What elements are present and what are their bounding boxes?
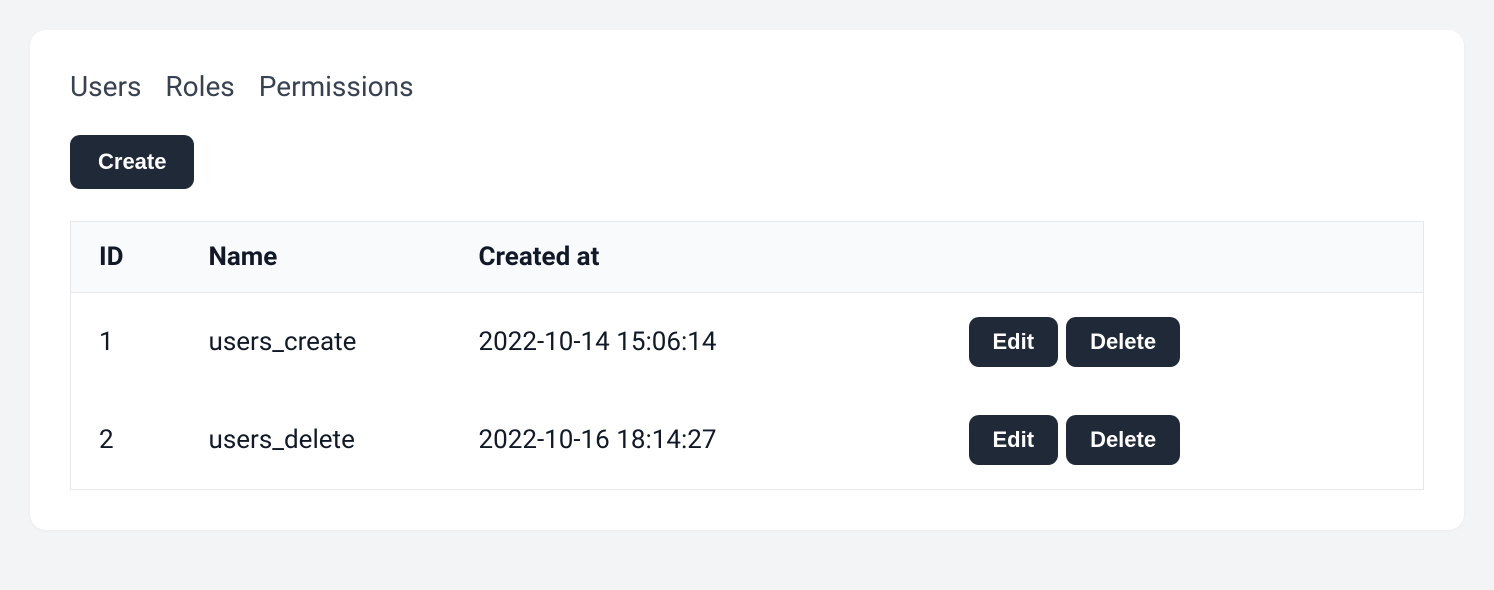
header-id: ID: [71, 222, 181, 293]
cell-created-at: 2022-10-14 15:06:14: [451, 293, 941, 392]
tab-roles[interactable]: Roles: [165, 70, 234, 103]
edit-button[interactable]: Edit: [969, 317, 1059, 367]
edit-button[interactable]: Edit: [969, 415, 1059, 465]
header-name: Name: [181, 222, 451, 293]
header-created-at: Created at: [451, 222, 941, 293]
table-header-row: ID Name Created at: [71, 222, 1424, 293]
permissions-table: ID Name Created at 1 users_create 2022-1…: [70, 221, 1424, 490]
table-row: 1 users_create 2022-10-14 15:06:14 Edit …: [71, 293, 1424, 392]
delete-button[interactable]: Delete: [1066, 415, 1180, 465]
cell-name: users_create: [181, 293, 451, 392]
create-button[interactable]: Create: [70, 135, 194, 189]
tab-users[interactable]: Users: [70, 70, 141, 103]
cell-created-at: 2022-10-16 18:14:27: [451, 391, 941, 490]
header-actions: [941, 222, 1424, 293]
table-row: 2 users_delete 2022-10-16 18:14:27 Edit …: [71, 391, 1424, 490]
cell-actions: Edit Delete: [941, 391, 1424, 490]
cell-id: 1: [71, 293, 181, 392]
cell-name: users_delete: [181, 391, 451, 490]
tab-permissions[interactable]: Permissions: [259, 70, 414, 103]
permissions-panel: Users Roles Permissions Create ID Name C…: [30, 30, 1464, 530]
nav-tabs: Users Roles Permissions: [70, 70, 1424, 103]
delete-button[interactable]: Delete: [1066, 317, 1180, 367]
cell-actions: Edit Delete: [941, 293, 1424, 392]
cell-id: 2: [71, 391, 181, 490]
